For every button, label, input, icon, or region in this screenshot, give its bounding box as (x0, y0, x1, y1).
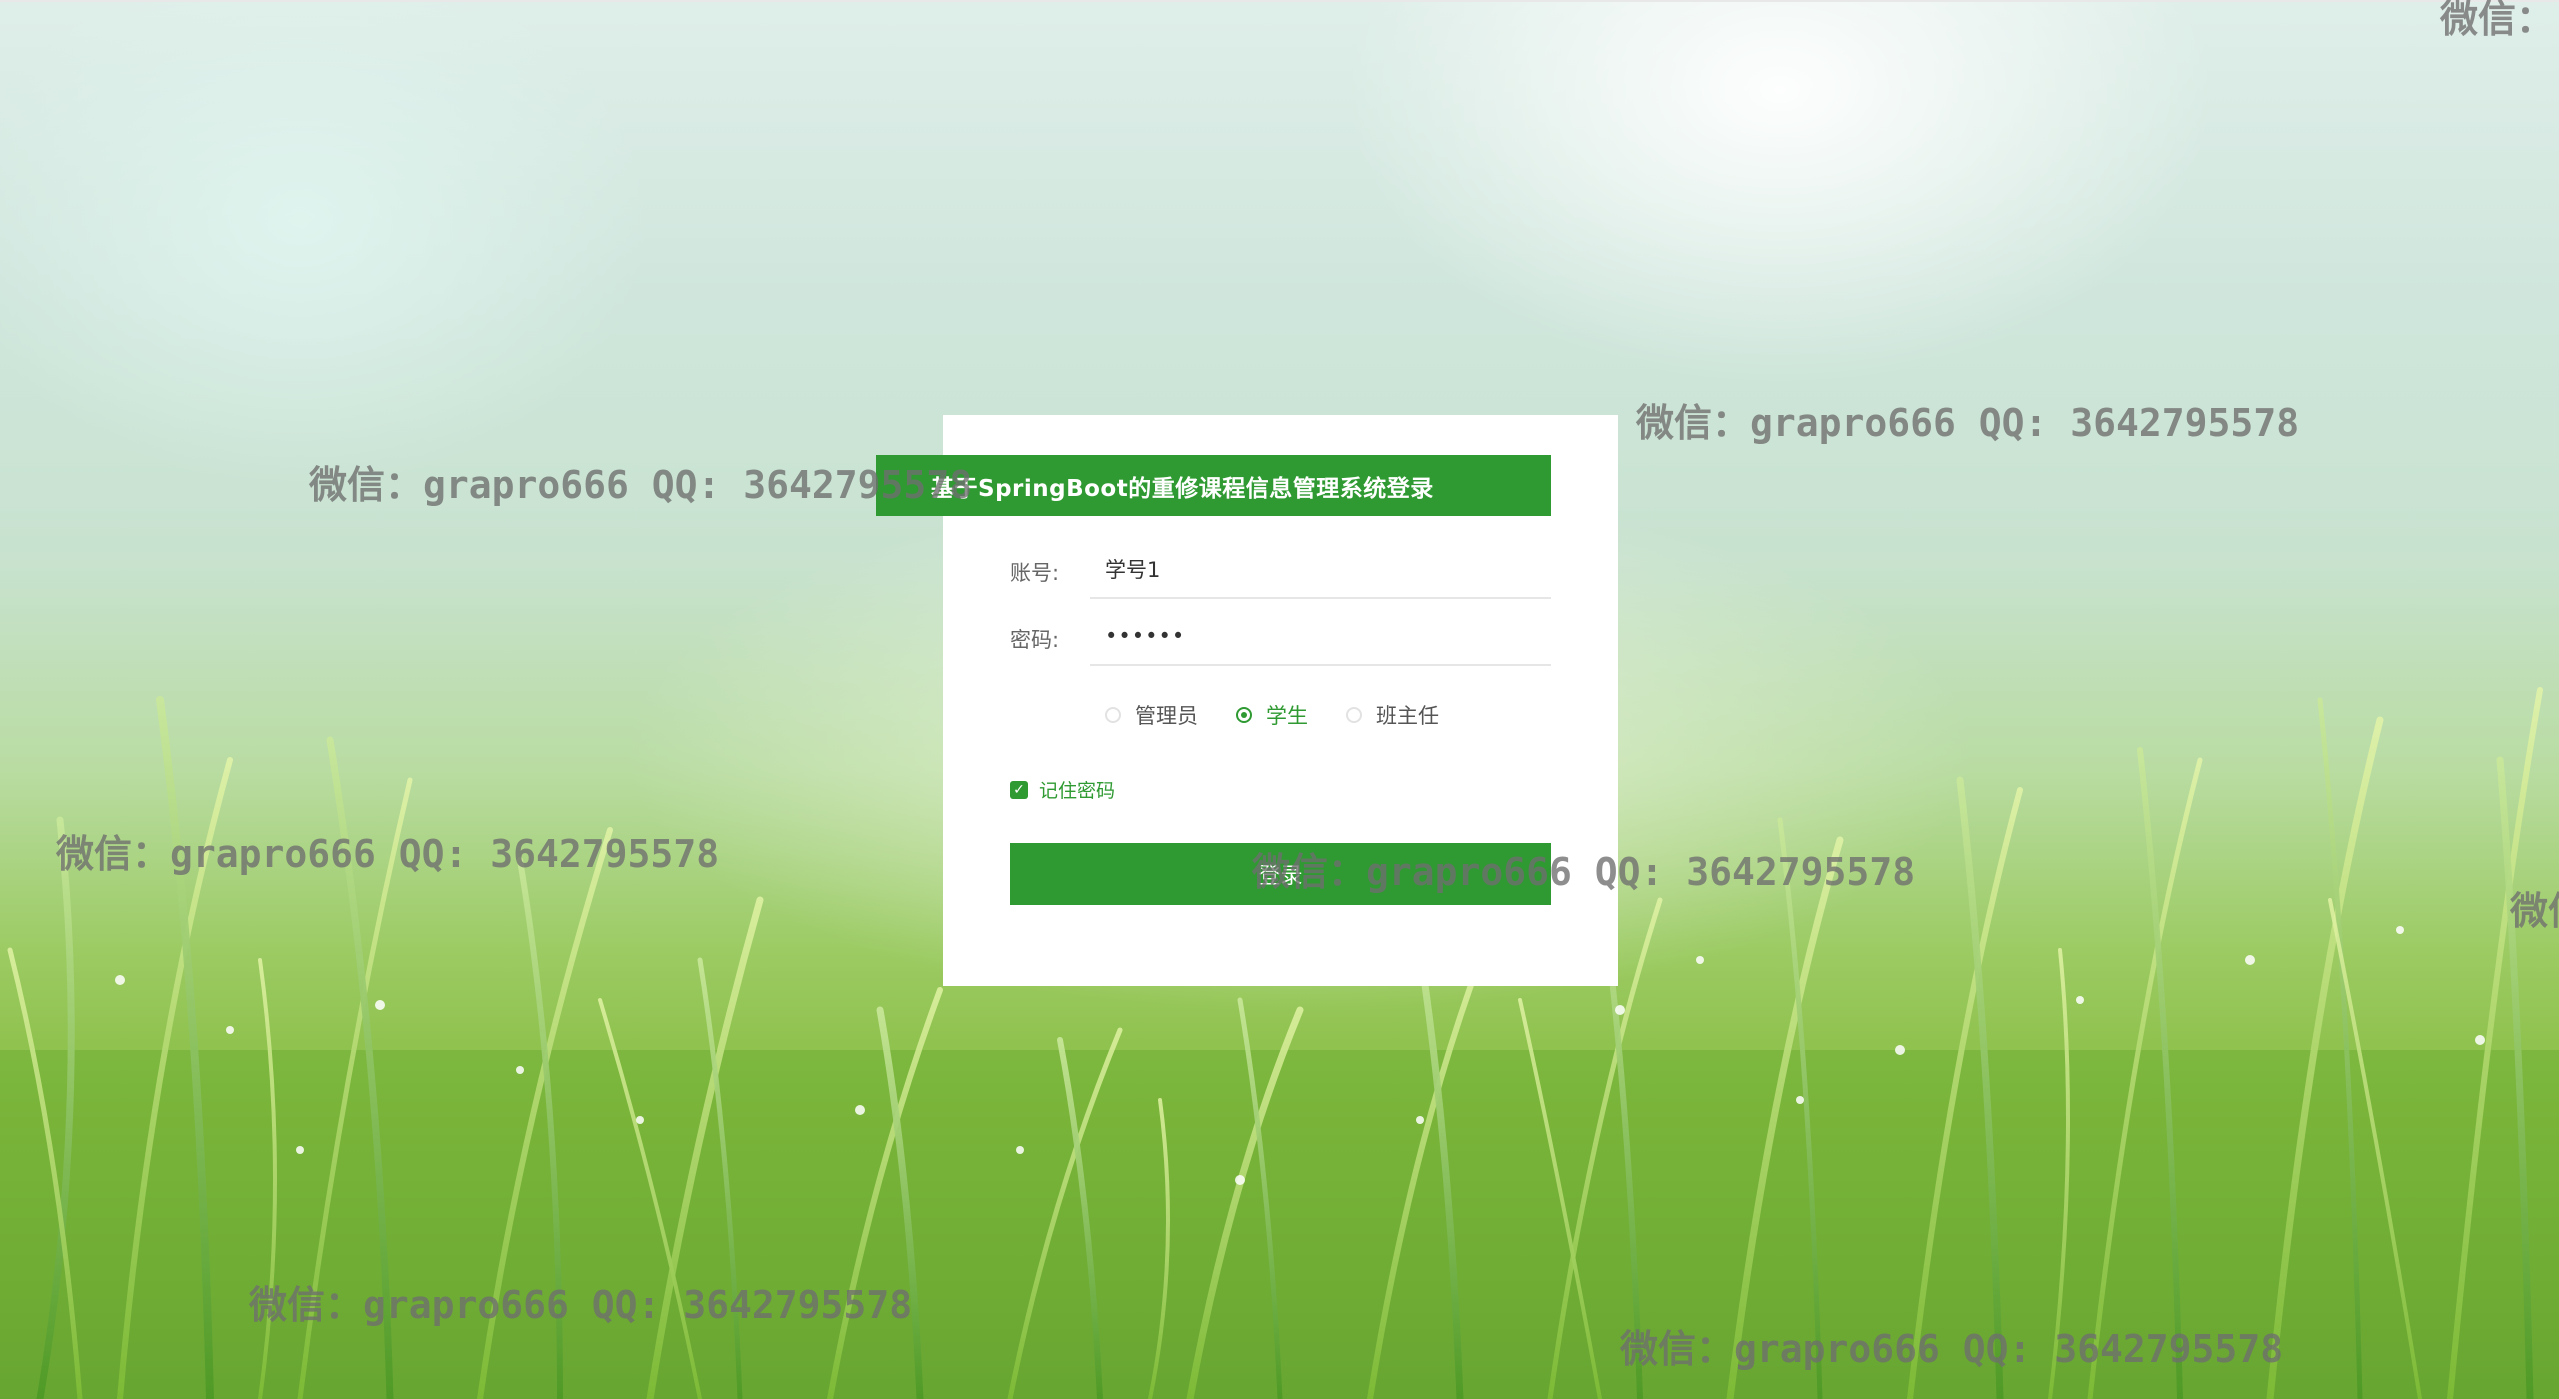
password-label: 密码: (1010, 628, 1060, 652)
watermark-partial: 微信： (2440, 0, 2555, 41)
watermark: 微信：grapro666 QQ: 3642795578 (1252, 850, 1916, 894)
radio-icon (1105, 707, 1121, 723)
role-label: 学生 (1266, 704, 1308, 728)
login-title-bar: 基于SpringBoot的重修课程信息管理系统登录 (876, 455, 1551, 516)
role-option-admin[interactable]: 管理员 (1105, 700, 1198, 730)
remember-password-label: 记住密码 (1039, 780, 1116, 802)
account-row: 账号: (1010, 541, 1551, 601)
radio-icon (1346, 707, 1362, 723)
role-option-student[interactable]: 学生 (1236, 700, 1308, 730)
checkmark-icon: ✓ (1010, 780, 1028, 799)
role-radio-group: 管理员 学生 班主任 (1105, 700, 1477, 730)
remember-password-checkbox[interactable]: ✓ 记住密码 (1010, 776, 1115, 803)
radio-checked-icon (1236, 707, 1252, 723)
password-input[interactable] (1090, 608, 1551, 666)
watermark: 微信：grapro666 QQ: 3642795578 (1620, 1327, 2284, 1371)
password-row: 密码: (1010, 608, 1551, 668)
account-input[interactable] (1090, 541, 1551, 599)
account-label: 账号: (1010, 561, 1060, 585)
role-label: 管理员 (1135, 704, 1198, 728)
role-label: 班主任 (1376, 704, 1439, 728)
watermark: 微信：grapro666 QQ: 3642795578 (249, 1283, 913, 1327)
watermark: 微信：grapro666 QQ: 3642795578 (56, 832, 720, 876)
role-option-head-teacher[interactable]: 班主任 (1346, 700, 1439, 730)
login-title: 基于SpringBoot的重修课程信息管理系统登录 (931, 475, 1434, 502)
watermark: 微信：grapro666 QQ: 3642795578 (309, 463, 973, 507)
watermark-partial: 微信： (2510, 889, 2559, 933)
watermark: 微信：grapro666 QQ: 3642795578 (1636, 401, 2300, 445)
top-border (0, 0, 2559, 2)
